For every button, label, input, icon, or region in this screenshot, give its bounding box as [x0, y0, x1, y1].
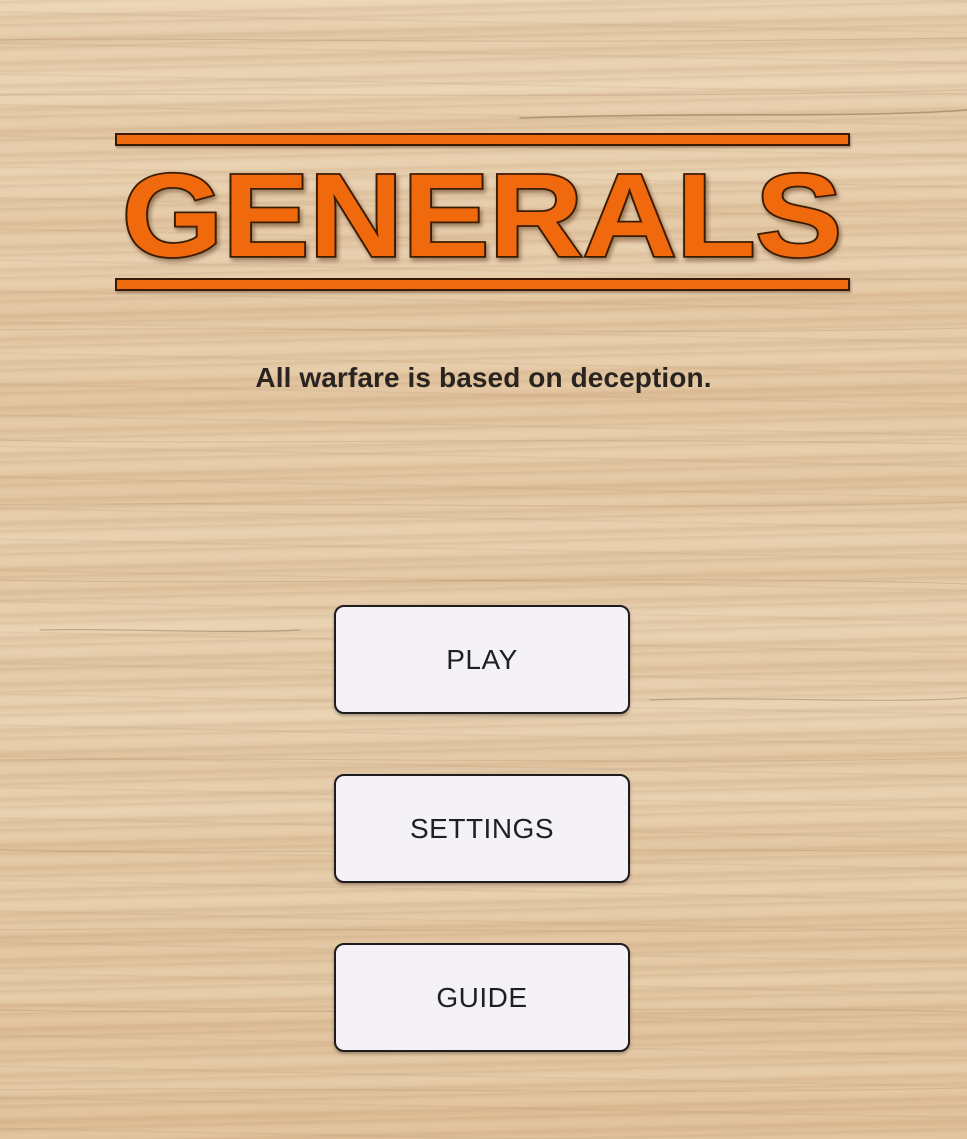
play-button[interactable]: PLAY — [334, 605, 630, 714]
guide-button-label: GUIDE — [436, 981, 528, 1013]
logo-top-stripe — [115, 133, 850, 146]
guide-button[interactable]: GUIDE — [334, 943, 630, 1052]
tagline: All warfare is based on deception. — [255, 362, 712, 393]
game-logo: GENERALS — [115, 130, 850, 292]
logo-bottom-stripe — [115, 278, 850, 291]
settings-button-label: SETTINGS — [409, 812, 554, 844]
logo-title: GENERALS — [122, 152, 842, 270]
play-button-label: PLAY — [446, 643, 518, 675]
settings-button[interactable]: SETTINGS — [334, 774, 630, 883]
logo-wordmark: GENERALS — [120, 152, 843, 270]
